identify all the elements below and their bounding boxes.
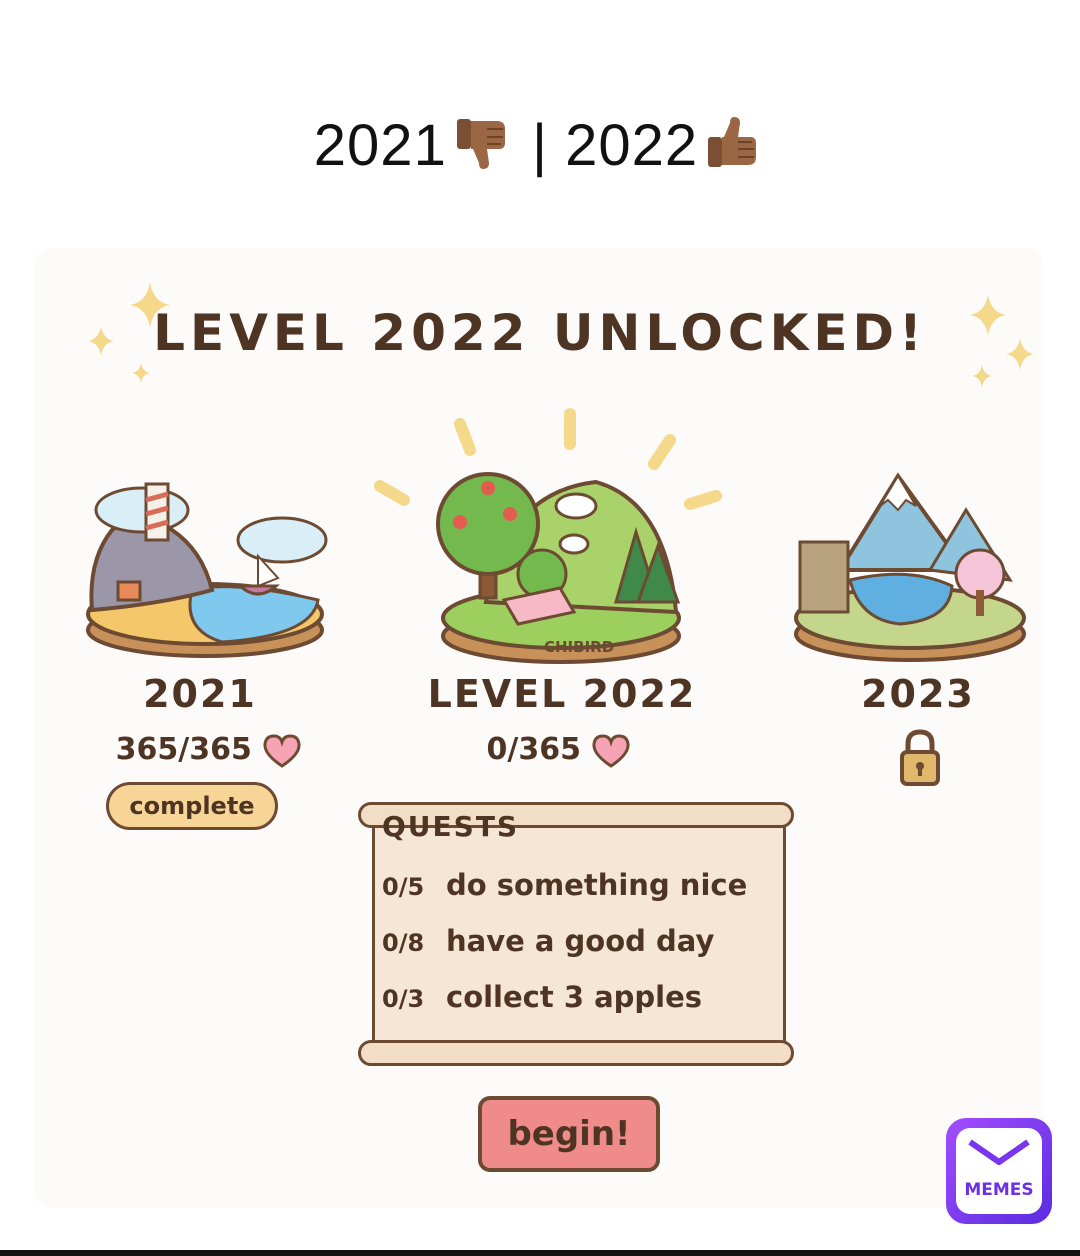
chibird-watermark: CHIBIRD <box>544 638 614 656</box>
envelope-icon <box>968 1139 1030 1165</box>
quest-text: collect 3 apples <box>446 980 703 1014</box>
memes-logo: MEMES <box>946 1118 1052 1224</box>
island-2022-label: LEVEL 2022 <box>427 672 697 716</box>
quests-scroll: QUESTS 0/5 do something nice 0/8 have a go… <box>358 802 794 1070</box>
sparkle-icon <box>132 362 150 388</box>
island-2023-label: 2023 <box>861 672 975 716</box>
quest-text: have a good day <box>446 924 715 958</box>
memes-logo-inner: MEMES <box>956 1128 1042 1214</box>
quests-title: QUESTS <box>382 810 520 843</box>
thumbs-down-icon <box>451 113 511 187</box>
quest-count: 0/5 <box>382 873 425 901</box>
bottom-border <box>0 1250 1080 1256</box>
begin-button[interactable]: begin! <box>478 1096 660 1172</box>
scroll-rod-bottom <box>358 1040 794 1066</box>
thumbs-up-icon <box>702 113 762 187</box>
island-2022-illustration: CHIBIRD <box>436 472 681 664</box>
meme-caption: 2021 | 2022 <box>0 112 1080 187</box>
quest-count: 0/8 <box>382 929 425 957</box>
complete-badge: complete <box>106 782 278 830</box>
quest-item: 0/3 collect 3 apples <box>382 980 702 1014</box>
island-2021-label: 2021 <box>143 672 257 716</box>
heart-icon <box>262 732 302 768</box>
heart-icon <box>591 732 631 768</box>
memes-logo-text: MEMES <box>964 1180 1034 1200</box>
sparkle-icon <box>972 364 992 392</box>
caption-year-2022: 2022 <box>565 113 699 178</box>
island-2021-illustration <box>86 482 328 658</box>
island-2022-progress: 0/365 <box>446 732 672 768</box>
island-2022-progress-text: 0/365 <box>486 732 581 767</box>
quest-item: 0/5 do something nice <box>382 868 747 902</box>
island-2021-progress-text: 365/365 <box>115 732 252 767</box>
island-2023-illustration <box>794 472 1026 662</box>
quest-item: 0/8 have a good day <box>382 924 714 958</box>
level-unlocked-title: LEVEL 2022 UNLOCKED! <box>153 304 927 362</box>
caption-separator: | <box>531 113 549 178</box>
island-2021-progress: 365/365 <box>96 732 322 768</box>
caption-year-2021: 2021 <box>313 113 447 178</box>
lock-icon <box>898 728 942 792</box>
quest-text: do something nice <box>446 868 748 902</box>
quest-count: 0/3 <box>382 985 425 1013</box>
